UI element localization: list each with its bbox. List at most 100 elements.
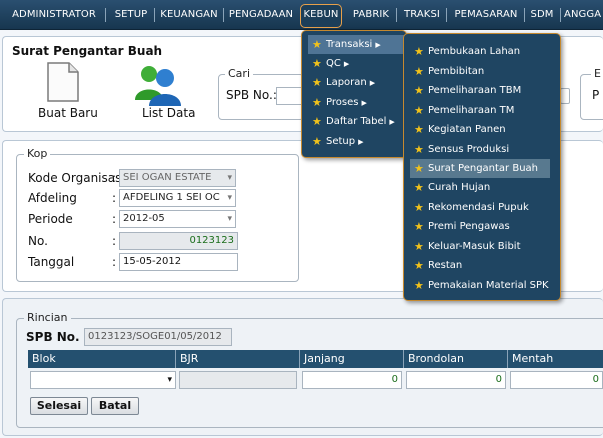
chevron-right-icon: ▶ xyxy=(369,79,376,87)
top-navigation-bar: ADMINISTRATOR SETUP KEUANGAN PENGADAAN K… xyxy=(0,0,603,30)
star-icon: ★ xyxy=(312,115,322,128)
submenu-item-sensus-produksi[interactable]: ★ Sensus Produksi xyxy=(410,140,556,159)
nav-separator xyxy=(524,8,525,22)
kop-legend: Kop xyxy=(24,147,51,160)
submenu-item-pembukaan-lahan[interactable]: ★ Pembukaan Lahan xyxy=(410,42,556,61)
star-icon: ★ xyxy=(312,57,322,70)
chevron-down-icon: ▾ xyxy=(227,173,232,183)
colon: : xyxy=(112,171,117,185)
menu-item-laporan[interactable]: ★ Laporan ▶ xyxy=(308,73,404,92)
menu-item-proses[interactable]: ★ Proses ▶ xyxy=(308,93,404,112)
chevron-right-icon: ▶ xyxy=(389,118,395,126)
star-icon: ★ xyxy=(414,181,424,194)
star-icon: ★ xyxy=(312,38,322,51)
nav-item-traksi[interactable]: TRAKSI xyxy=(401,0,443,30)
nav-item-sdm[interactable]: SDM xyxy=(528,0,556,30)
nav-item-administrator[interactable]: ADMINISTRATOR xyxy=(6,0,102,30)
nav-separator xyxy=(560,8,561,22)
nav-item-anggaran[interactable]: ANGGA xyxy=(564,0,603,30)
blok-select[interactable]: ▾ xyxy=(30,371,176,389)
menu-item-label: Curah Hujan xyxy=(428,182,491,193)
mentah-input[interactable]: 0 xyxy=(510,371,603,389)
menu-item-transaksi[interactable]: ★ Transaksi ▶ xyxy=(308,35,404,54)
tanggal-input[interactable]: 15-05-2012 xyxy=(119,253,238,271)
nav-separator xyxy=(223,8,224,22)
star-icon: ★ xyxy=(414,65,424,78)
brondolan-input[interactable]: 0 xyxy=(406,371,506,389)
batal-button[interactable]: Batal xyxy=(91,397,139,415)
column-header-brondolan: Brondolan xyxy=(404,350,508,368)
chevron-down-icon: ▾ xyxy=(227,193,232,203)
menu-item-label: Rekomendasi Pupuk xyxy=(428,202,529,213)
nav-item-pengadaan[interactable]: PENGADAAN xyxy=(228,0,294,30)
menu-item-label: Pembibitan xyxy=(428,66,485,77)
star-icon: ★ xyxy=(312,96,322,109)
menu-item-label: Sensus Produksi xyxy=(428,144,510,155)
star-icon: ★ xyxy=(414,220,424,233)
nav-item-pemasaran[interactable]: PEMASARAN xyxy=(451,0,521,30)
e-field-label: P xyxy=(592,88,600,102)
submenu-item-pemeliharaan-tm[interactable]: ★ Pemeliharaan TM xyxy=(410,101,556,120)
submenu-item-pemakaian-material-spk[interactable]: ★ Pemakaian Material SPK xyxy=(410,276,556,295)
chevron-right-icon: ▶ xyxy=(375,41,381,49)
star-icon: ★ xyxy=(414,279,424,292)
menu-item-label: Laporan xyxy=(326,77,367,88)
submenu-item-kegiatan-panen[interactable]: ★ Kegiatan Panen xyxy=(410,120,556,139)
search-submit-button[interactable] xyxy=(560,88,570,104)
spb-search-input[interactable] xyxy=(276,87,304,105)
periode-label: Periode xyxy=(28,212,73,226)
submenu-item-restan[interactable]: ★ Restan xyxy=(410,256,556,275)
menu-item-label: Proses xyxy=(326,97,359,108)
afdeling-select[interactable]: AFDELING 1 SEI OC ▾ xyxy=(119,189,236,207)
star-icon: ★ xyxy=(312,76,322,89)
submenu-item-keluar-masuk-bibit[interactable]: ★ Keluar-Masuk Bibit xyxy=(410,237,556,256)
menu-item-setup[interactable]: ★ Setup ▶ xyxy=(308,132,404,151)
menu-item-label: Transaksi xyxy=(326,39,373,50)
chevron-right-icon: ▶ xyxy=(358,138,364,146)
transaksi-submenu: ★ Pembukaan Lahan ★ Pembibitan ★ Pemelihara… xyxy=(403,33,561,301)
column-header-janjang: Janjang xyxy=(300,350,404,368)
star-icon: ★ xyxy=(414,162,424,175)
menu-item-label: Pemeliharaan TM xyxy=(428,105,515,116)
menu-item-label: Pemeliharaan TBM xyxy=(428,85,522,96)
star-icon: ★ xyxy=(414,84,424,97)
submenu-item-surat-pengantar-buah[interactable]: ★ Surat Pengantar Buah xyxy=(410,159,550,178)
selesai-button[interactable]: Selesai xyxy=(30,397,88,415)
star-icon: ★ xyxy=(414,123,424,136)
kode-organisasi-label: Kode Organisasi xyxy=(28,171,125,185)
nav-item-pabrik[interactable]: PABRIK xyxy=(350,0,392,30)
submenu-item-pembibitan[interactable]: ★ Pembibitan xyxy=(410,62,556,81)
nav-item-setup[interactable]: SETUP xyxy=(110,0,152,30)
submenu-item-premi-pengawas[interactable]: ★ Premi Pengawas xyxy=(410,217,556,236)
menu-item-label: Keluar-Masuk Bibit xyxy=(428,241,521,252)
rincian-spb-label: SPB No. : xyxy=(26,330,89,344)
rincian-spb-field: 0123123/SOGE01/05/2012 xyxy=(84,328,232,346)
afdeling-value: AFDELING 1 SEI OC xyxy=(123,192,220,203)
nav-item-keuangan[interactable]: KEUANGAN xyxy=(159,0,219,30)
submenu-item-pemeliharaan-tbm[interactable]: ★ Pemeliharaan TBM xyxy=(410,81,556,100)
star-icon: ★ xyxy=(414,201,424,214)
nav-item-kebun[interactable]: KEBUN xyxy=(300,4,342,28)
kode-organisasi-select[interactable]: SEI OGAN ESTATE ▾ xyxy=(119,169,236,187)
list-data-button[interactable]: List Data xyxy=(126,62,196,122)
janjang-input[interactable]: 0 xyxy=(302,371,402,389)
menu-item-label: Kegiatan Panen xyxy=(428,124,506,135)
afdeling-label: Afdeling xyxy=(28,191,77,205)
tanggal-label: Tanggal xyxy=(28,255,75,269)
periode-select[interactable]: 2012-05 ▾ xyxy=(119,210,236,228)
star-icon: ★ xyxy=(414,143,424,156)
colon: : xyxy=(112,212,117,226)
new-document-button[interactable]: Buat Baru xyxy=(30,60,98,120)
colon: : xyxy=(112,234,117,248)
menu-item-qc[interactable]: ★ QC ▶ xyxy=(308,54,404,73)
submenu-item-rekomendasi-pupuk[interactable]: ★ Rekomendasi Pupuk xyxy=(410,198,556,217)
menu-item-label: Restan xyxy=(428,260,463,271)
chevron-down-icon: ▾ xyxy=(227,214,232,224)
kode-organisasi-value: SEI OGAN ESTATE xyxy=(123,172,212,183)
star-icon: ★ xyxy=(414,104,424,117)
column-header-mentah: Mentah xyxy=(508,350,603,368)
menu-item-label: Surat Pengantar Buah xyxy=(428,163,539,174)
submenu-item-curah-hujan[interactable]: ★ Curah Hujan xyxy=(410,178,556,197)
menu-item-daftar-tabel[interactable]: ★ Daftar Tabel ▶ xyxy=(308,112,404,131)
star-icon: ★ xyxy=(414,240,424,253)
